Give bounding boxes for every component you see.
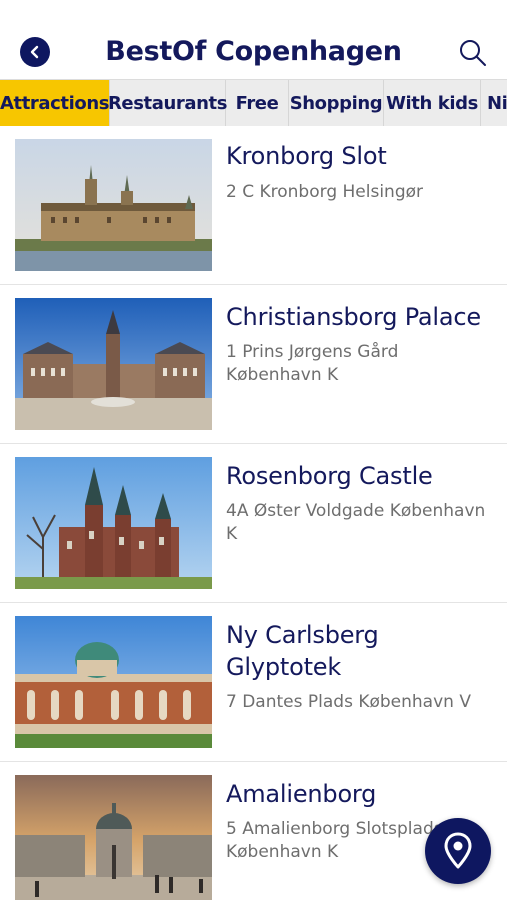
tab-attractions[interactable]: Attractions [0,80,110,126]
place-address: 4A Øster Voldgade København K [226,501,486,544]
place-name: Rosenborg Castle [226,462,433,490]
list-item[interactable]: Rosenborg Castle 4A Øster Voldgade Køben… [0,444,507,603]
tab-free[interactable]: Free [226,80,289,126]
places-list: Kronborg Slot 2 C Kronborg Helsingør Chr… [0,126,507,900]
list-item[interactable]: Kronborg Slot 2 C Kronborg Helsingør [0,126,507,285]
place-address: 2 C Kronborg Helsingør [226,182,424,202]
place-name: Ny Carlsberg Glyptotek [226,621,379,681]
place-address: 1 Prins Jørgens Gård København K [226,342,399,385]
place-photo [15,457,212,589]
list-item[interactable]: Christiansborg Palace 1 Prins Jørgens Gå… [0,285,507,444]
tab-shopping[interactable]: Shopping [289,80,384,126]
place-name: Amalienborg [226,780,377,808]
place-address: 7 Dantes Plads København V [226,692,471,712]
search-icon [460,40,486,66]
place-photo [15,616,212,748]
place-name: Christiansborg Palace [226,303,481,331]
place-photo [15,139,212,271]
search-button[interactable] [458,38,488,68]
tab-with-kids[interactable]: With kids [384,80,481,126]
tab-restaurants[interactable]: Restaurants [108,80,227,126]
page-title: BestOf Copenhagen [105,36,402,67]
place-name: Kronborg Slot [226,142,387,170]
category-tabs: Attractions Restaurants Free Shopping Wi… [0,79,507,126]
place-photo [15,775,212,900]
list-item[interactable]: Ny Carlsberg Glyptotek 7 Dantes Plads Kø… [0,603,507,762]
map-pin-icon [444,832,472,869]
tab-nightlife[interactable]: Ni [481,80,507,126]
place-photo [15,298,212,430]
app-header: BestOf Copenhagen [0,0,507,78]
map-button[interactable] [425,818,491,884]
